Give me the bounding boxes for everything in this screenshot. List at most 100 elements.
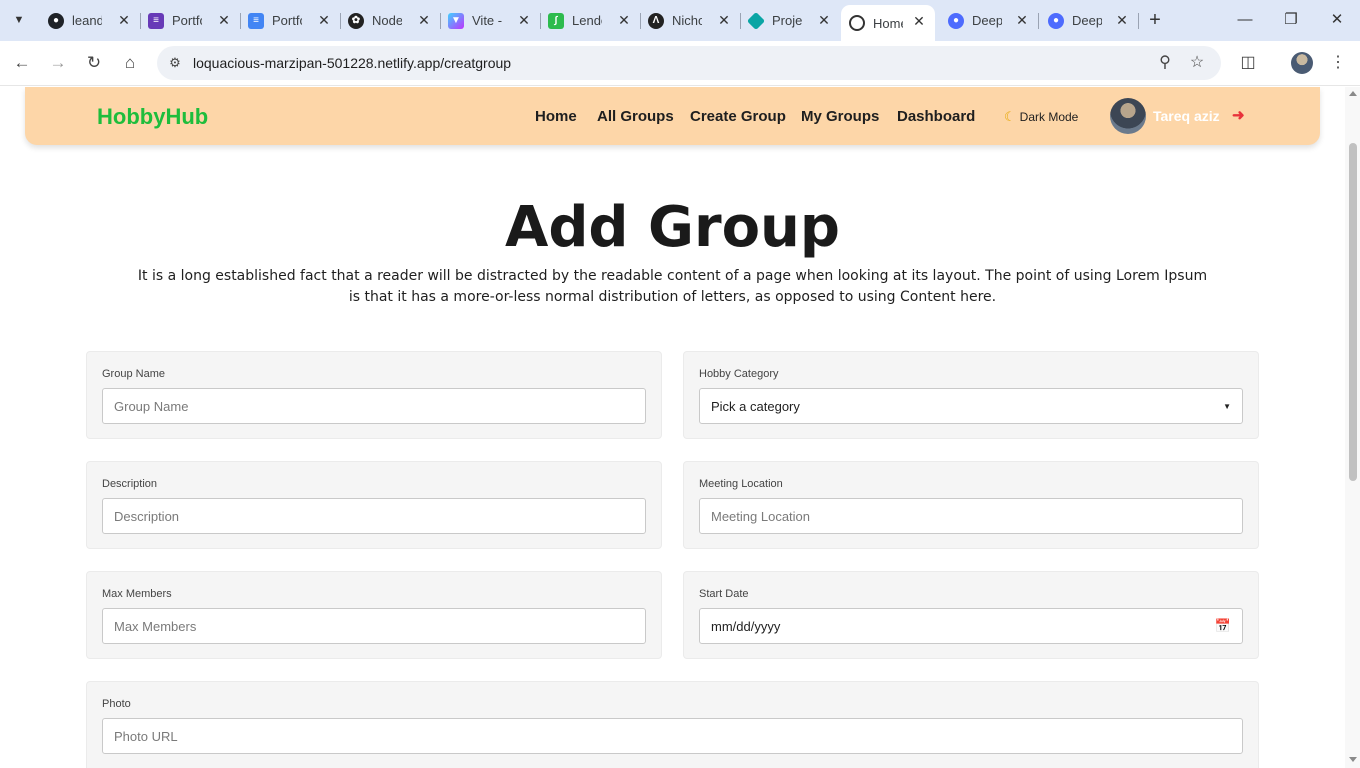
hobby-category-select[interactable]: Pick a category ▼ — [699, 388, 1243, 424]
nav-link-create-group[interactable]: Create Group — [690, 108, 786, 125]
back-arrow-icon[interactable]: ← — [10, 51, 34, 75]
browser-tab[interactable]: ● Deep ✕ — [1040, 6, 1139, 35]
nav-link-all-groups[interactable]: All Groups — [597, 108, 674, 125]
close-icon[interactable]: ✕ — [416, 12, 432, 29]
browser-tab[interactable]: ▼ Vite - ✕ — [440, 6, 541, 35]
tab-title: Node — [372, 13, 402, 28]
home-icon[interactable]: ⌂ — [118, 51, 142, 75]
page-scrollbar[interactable] — [1345, 87, 1360, 768]
max-members-label: Max Members — [102, 588, 172, 600]
hobby-category-label: Hobby Category — [699, 368, 779, 380]
bookmark-star-icon[interactable]: ☆ — [1186, 52, 1208, 74]
max-members-input[interactable] — [102, 608, 646, 644]
close-icon[interactable]: ✕ — [116, 12, 132, 29]
nicho-icon: Λ — [648, 12, 664, 29]
photo-card: Photo — [86, 681, 1259, 768]
start-date-value: mm/dd/yyyy — [711, 618, 781, 634]
brand-logo[interactable]: HobbyHub — [97, 104, 208, 130]
browser-tab[interactable]: ● leand ✕ — [40, 6, 141, 35]
menu-kebab-icon[interactable]: ⋮ — [1326, 51, 1350, 75]
browser-toolbar: ← → ↻ ⌂ ⚙ loquacious-marzipan-501228.net… — [0, 41, 1360, 86]
list-doc-icon: ≡ — [148, 12, 164, 29]
dark-mode-toggle[interactable]: ☾ Dark Mode — [1004, 109, 1078, 125]
group-name-label: Group Name — [102, 368, 165, 380]
browser-tab-active[interactable]: Home ✕ — [841, 5, 935, 41]
close-icon[interactable]: ✕ — [316, 12, 332, 29]
photo-url-input[interactable] — [102, 718, 1243, 754]
forward-arrow-icon[interactable]: → — [46, 51, 70, 75]
site-settings-icon[interactable]: ⚙ — [165, 53, 185, 73]
browser-tab-bar: ▼ ● leand ✕ ≡ Portfo ✕ ≡ Portfo ✕ ✿ Node… — [0, 0, 1360, 41]
close-icon[interactable]: ✕ — [616, 12, 632, 29]
zoom-icon[interactable]: ⚲ — [1154, 52, 1176, 74]
close-icon[interactable]: ✕ — [816, 12, 832, 29]
tab-title: Proje — [772, 13, 802, 28]
browser-tab[interactable]: ∫ Lende ✕ — [540, 6, 641, 35]
tab-title: leand — [72, 13, 102, 28]
deepseek-icon: ● — [1048, 12, 1064, 29]
reload-icon[interactable]: ↻ — [82, 51, 106, 75]
new-tab-plus-icon[interactable]: + — [1145, 9, 1165, 31]
close-icon[interactable]: ✕ — [516, 12, 532, 29]
close-icon[interactable]: ✕ — [911, 13, 927, 30]
close-icon[interactable]: ✕ — [216, 12, 232, 29]
browser-tab[interactable]: ● Deep ✕ — [940, 6, 1039, 35]
tab-title: Deep — [972, 13, 1002, 28]
tab-search-chevron-icon[interactable]: ▼ — [6, 7, 32, 33]
logout-icon[interactable]: ➜ — [1232, 106, 1245, 124]
site-navbar: HobbyHub Home All Groups Create Group My… — [25, 87, 1320, 145]
nav-link-dashboard[interactable]: Dashboard — [897, 108, 975, 125]
close-icon[interactable]: ✕ — [1014, 12, 1030, 29]
vite-icon: ▼ — [448, 12, 464, 29]
description-card: Description — [86, 461, 662, 549]
calendar-icon[interactable]: 📅 — [1215, 618, 1231, 634]
profile-avatar[interactable] — [1291, 52, 1313, 74]
group-name-input[interactable] — [102, 388, 646, 424]
scroll-down-arrow-icon[interactable] — [1349, 757, 1357, 762]
user-name: Tareq aziz — [1153, 108, 1220, 124]
start-date-card: Start Date mm/dd/yyyy 📅 — [683, 571, 1259, 659]
user-avatar[interactable] — [1110, 98, 1146, 134]
browser-tab[interactable]: Λ Nicho ✕ — [640, 6, 741, 35]
browser-tab[interactable]: ≡ Portfo ✕ — [240, 6, 341, 35]
docs-icon: ≡ — [248, 12, 264, 29]
page-title: Add Group — [504, 195, 840, 260]
deepseek-icon: ● — [948, 12, 964, 29]
window-close-icon[interactable]: ✕ — [1325, 8, 1349, 32]
tab-title: Deep — [1072, 13, 1102, 28]
minimize-icon[interactable]: — — [1233, 8, 1257, 32]
photo-label: Photo — [102, 698, 131, 710]
caret-down-icon: ▼ — [1223, 401, 1231, 411]
home-site-icon — [849, 15, 865, 31]
browser-tab[interactable]: ≡ Portfo ✕ — [140, 6, 241, 35]
max-members-card: Max Members — [86, 571, 662, 659]
meeting-location-input[interactable] — [699, 498, 1243, 534]
page-viewport: HobbyHub Home All Groups Create Group My… — [0, 87, 1345, 768]
scrollbar-thumb[interactable] — [1349, 143, 1357, 481]
tab-title: Vite - — [472, 13, 502, 28]
start-date-input[interactable]: mm/dd/yyyy 📅 — [699, 608, 1243, 644]
nav-link-home[interactable]: Home — [535, 108, 577, 125]
restore-icon[interactable]: ❐ — [1279, 8, 1303, 32]
meeting-location-card: Meeting Location — [683, 461, 1259, 549]
page-description: It is a long established fact that a rea… — [137, 268, 1208, 305]
browser-tab[interactable]: ✿ Node ✕ — [340, 6, 441, 35]
moon-icon: ☾ — [1004, 109, 1016, 124]
description-input[interactable] — [102, 498, 646, 534]
close-icon[interactable]: ✕ — [716, 12, 732, 29]
tab-title: Portfo — [172, 13, 202, 28]
tab-title: Home — [873, 15, 903, 31]
url-text[interactable]: loquacious-marzipan-501228.netlify.app/c… — [193, 55, 511, 71]
nav-link-my-groups[interactable]: My Groups — [801, 108, 879, 125]
meeting-location-label: Meeting Location — [699, 478, 783, 490]
scroll-up-arrow-icon[interactable] — [1349, 91, 1357, 96]
group-name-card: Group Name — [86, 351, 662, 439]
start-date-label: Start Date — [699, 588, 749, 600]
extensions-puzzle-icon[interactable]: ◫ — [1236, 51, 1260, 75]
close-icon[interactable]: ✕ — [1114, 12, 1130, 29]
tab-separator — [1138, 13, 1139, 29]
address-bar[interactable]: ⚙ loquacious-marzipan-501228.netlify.app… — [157, 46, 1221, 80]
hobby-category-selected: Pick a category — [711, 398, 800, 414]
lendsqr-icon: ∫ — [548, 12, 564, 29]
browser-tab[interactable]: Proje ✕ — [740, 6, 840, 35]
